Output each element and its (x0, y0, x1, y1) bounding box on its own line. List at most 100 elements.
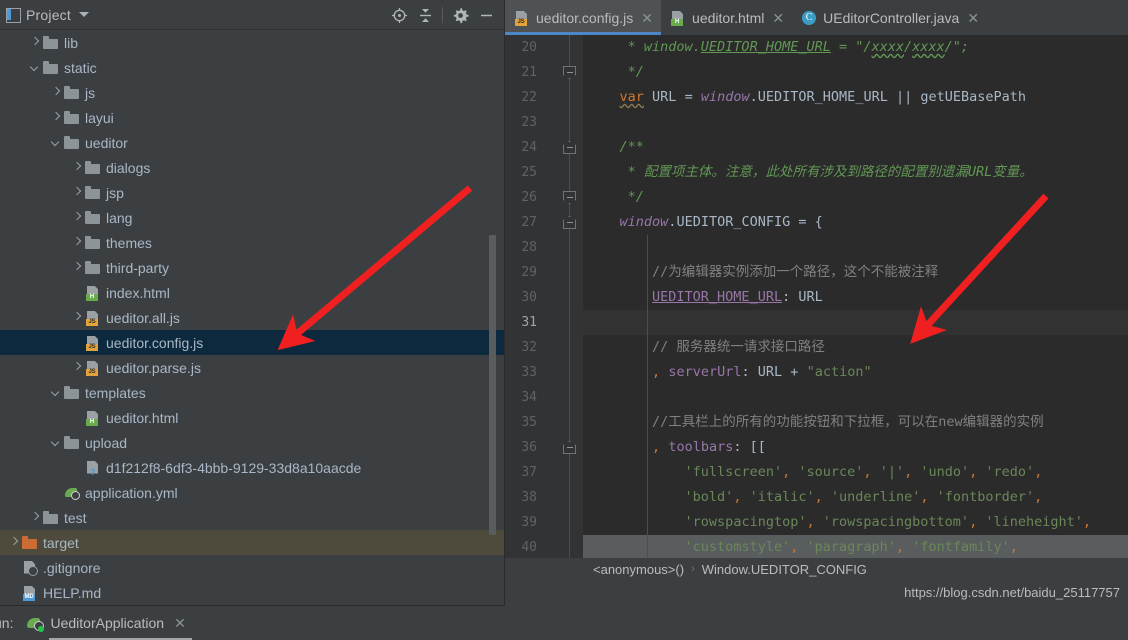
tree-row[interactable]: JS ueditor.all.js (0, 305, 505, 330)
fold-marker-icon[interactable] (563, 435, 576, 460)
collapse-all-icon[interactable] (412, 2, 438, 28)
tree-row[interactable]: static (0, 55, 505, 80)
yml-icon (64, 485, 80, 501)
code-line[interactable]: // 服务器统一请求接口路径 (583, 335, 1128, 360)
chevron-right-icon[interactable] (29, 37, 40, 48)
project-file-tree[interactable]: lib static js layui ueditor dialogs jsp lang the… (0, 30, 505, 605)
code-line[interactable]: //工具栏上的所有的功能按钮和下拉框，可以在new编辑器的实例 (583, 410, 1128, 435)
html-file-icon: H (670, 10, 686, 26)
tree-row-label: index.html (106, 284, 170, 301)
tree-row[interactable]: application.yml (0, 480, 505, 505)
tree-row[interactable]: Hueditor.html (0, 405, 505, 430)
project-panel-title[interactable]: Project (26, 7, 71, 23)
editor-gutter[interactable]: 20 21 22 23 24 25 26 27 28 29 30 31 32 33 34 35 36 37 38 39… (505, 35, 583, 558)
breadcrumb-item-anonymous[interactable]: <anonymous>() (593, 562, 684, 577)
run-tab-ueditorapplication[interactable]: UeditorApplication ✕ (21, 606, 193, 640)
tree-row[interactable]: target (0, 530, 505, 555)
project-panel-icon (6, 7, 21, 23)
chevron-right-icon[interactable] (50, 112, 61, 123)
tree-row[interactable]: d1f212f8-6df3-4bbb-9129-33d8a10aacde (0, 455, 505, 480)
locate-in-tree-icon[interactable] (386, 2, 412, 28)
project-scrollbar[interactable] (489, 235, 496, 535)
code-line[interactable]: var URL = window.UEDITOR_HOME_URL || get… (583, 85, 1128, 110)
fold-marker-icon[interactable] (563, 185, 576, 210)
editor-tab[interactable]: Hueditor.html ✕ (661, 0, 792, 35)
tree-row[interactable]: layui (0, 105, 505, 130)
chevron-right-icon[interactable] (71, 162, 82, 173)
code-line[interactable]: //为编辑器实例添加一个路径，这个不能被注释 (583, 260, 1128, 285)
tree-row[interactable]: upload (0, 430, 505, 455)
indent-guide (647, 485, 648, 510)
code-editor[interactable]: 20 21 22 23 24 25 26 27 28 29 30 31 32 33 34 35 36 37 38 39… (505, 35, 1128, 558)
minimize-icon[interactable] (473, 2, 499, 28)
tree-row[interactable]: JS ueditor.config.js (0, 330, 505, 355)
editor-tab[interactable]: UEditorController.java ✕ (792, 0, 987, 35)
tree-row[interactable]: js (0, 80, 505, 105)
line-number: 21 (521, 65, 537, 80)
fold-marker-icon[interactable] (563, 60, 576, 85)
fold-marker-icon[interactable] (563, 135, 576, 160)
indent-guide (647, 235, 648, 260)
code-line[interactable]: , serverUrl: URL + "action" (583, 360, 1128, 385)
line-number: 33 (521, 365, 537, 380)
code-content[interactable]: * window.UEDITOR_HOME_URL = "/xxxx/xxxx/… (583, 35, 1128, 558)
chevron-right-icon[interactable] (8, 537, 19, 548)
tree-row[interactable]: templates (0, 380, 505, 405)
chevron-right-icon[interactable] (50, 87, 61, 98)
chevron-down-icon[interactable] (50, 137, 61, 148)
chevron-right-icon[interactable] (71, 237, 82, 248)
code-line[interactable]: UEDITOR_HOME_URL: URL (583, 285, 1128, 310)
tree-row[interactable]: test (0, 505, 505, 530)
chevron-right-icon[interactable] (71, 212, 82, 223)
breadcrumb-item-config[interactable]: Window.UEDITOR_CONFIG (702, 562, 867, 577)
code-line[interactable]: */ (583, 185, 1128, 210)
code-line[interactable]: * 配置项主体。注意，此处所有涉及到路径的配置别遗漏URL变量。 (583, 160, 1128, 185)
close-icon[interactable]: ✕ (965, 11, 979, 25)
chevron-right-icon[interactable] (29, 512, 40, 523)
tree-row[interactable]: themes (0, 230, 505, 255)
tree-row[interactable]: ueditor (0, 130, 505, 155)
code-line[interactable]: 'fullscreen', 'source', '|', 'undo', 're… (583, 460, 1128, 485)
code-line[interactable]: /** (583, 135, 1128, 160)
code-line[interactable]: 'bold', 'italic', 'underline', 'fontbord… (583, 485, 1128, 510)
close-icon[interactable]: ✕ (770, 11, 784, 25)
chevron-right-icon[interactable] (71, 312, 82, 323)
run-label: un: (0, 615, 14, 631)
chevron-down-icon[interactable] (50, 437, 61, 448)
code-line[interactable]: 'customstyle', 'paragraph', 'fontfamily'… (583, 535, 1128, 558)
code-line[interactable] (583, 110, 1128, 135)
git-icon (22, 560, 38, 576)
fold-marker-icon[interactable] (563, 210, 576, 235)
tree-row[interactable]: jsp (0, 180, 505, 205)
gear-icon[interactable] (447, 2, 473, 28)
code-line[interactable]: 'rowspacingtop', 'rowspacingbottom', 'li… (583, 510, 1128, 535)
close-icon[interactable]: ✕ (174, 615, 186, 632)
tree-row[interactable]: Hindex.html (0, 280, 505, 305)
chevron-right-icon[interactable] (71, 262, 82, 273)
tree-row[interactable]: third-party (0, 255, 505, 280)
code-line[interactable] (583, 235, 1128, 260)
code-line[interactable]: * window.UEDITOR_HOME_URL = "/xxxx/xxxx/… (583, 35, 1128, 60)
code-line[interactable] (583, 385, 1128, 410)
code-line[interactable]: , toolbars: [[ (583, 435, 1128, 460)
chevron-down-icon[interactable] (50, 387, 61, 398)
chevron-right-icon[interactable] (71, 187, 82, 198)
folder-icon (85, 260, 101, 276)
tree-row[interactable]: lib (0, 30, 505, 55)
chevron-down-icon[interactable] (78, 12, 89, 17)
editor-tab[interactable]: JS ueditor.config.js ✕ (505, 0, 662, 35)
code-line[interactable] (583, 310, 1128, 335)
chevron-down-icon[interactable] (29, 62, 40, 73)
code-line[interactable]: window.UEDITOR_CONFIG = { (583, 210, 1128, 235)
chevron-right-icon[interactable] (71, 362, 82, 373)
tree-row[interactable]: lang (0, 205, 505, 230)
unknown-icon (85, 460, 101, 477)
tree-row-label: upload (85, 434, 128, 451)
line-number: 22 (521, 90, 537, 105)
code-line[interactable]: */ (583, 60, 1128, 85)
tree-row[interactable]: dialogs (0, 155, 505, 180)
tree-row[interactable]: MD HELP.md (0, 580, 505, 605)
tree-row[interactable]: .gitignore (0, 555, 505, 580)
tree-row[interactable]: JS ueditor.parse.js (0, 355, 505, 380)
close-icon[interactable]: ✕ (639, 11, 653, 25)
